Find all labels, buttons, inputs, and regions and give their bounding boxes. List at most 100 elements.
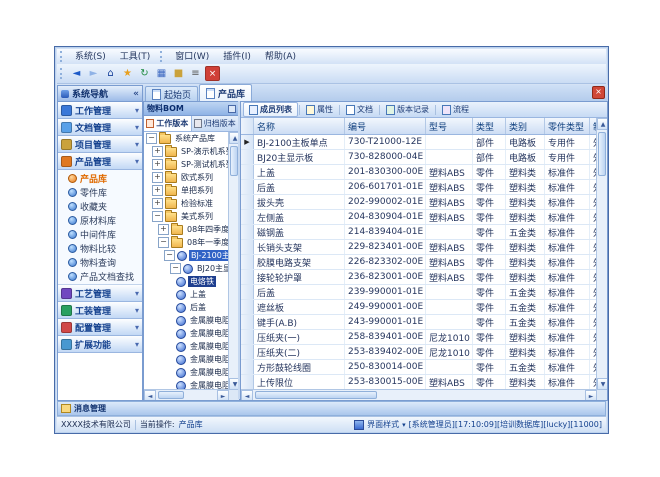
tree-item[interactable]: +SP-演示机系列	[144, 145, 229, 158]
tree-item[interactable]: 上盖	[144, 288, 229, 301]
list-icon[interactable]: ≡	[188, 66, 203, 81]
column-header[interactable]: 零件类型	[545, 118, 590, 134]
table-row[interactable]: BJ20主显示板730-828000-04E部件电路板专用件外协颗	[241, 150, 597, 165]
tree-item[interactable]: +单把系列	[144, 184, 229, 197]
nav-group-config[interactable]: 配置管理▾	[58, 319, 142, 336]
vertical-scrollbar[interactable]: ▲ ▼	[596, 118, 607, 390]
nav-item-product-library[interactable]: 产品库	[58, 171, 142, 185]
nav-item-favorites[interactable]: 收藏夹	[58, 199, 142, 213]
nav-item-raw-material[interactable]: 原材料库	[58, 213, 142, 227]
scroll-down-icon[interactable]: ▼	[597, 378, 607, 390]
collapse-icon[interactable]: «	[133, 89, 139, 99]
tree-item[interactable]: −系统产品库	[144, 132, 229, 145]
tree-item[interactable]: 金属膜电阻器	[144, 314, 229, 327]
table-row[interactable]: 左侧盖204-830904-01E塑料ABS零件塑料类标准件外协条	[241, 210, 597, 225]
tab-start-page[interactable]: 起始页	[145, 86, 198, 101]
tree-item[interactable]: +08年四季度	[144, 223, 229, 236]
menu-system[interactable]: 系统(S)	[68, 50, 113, 64]
scroll-left-icon[interactable]: ◄	[241, 390, 253, 400]
tab-documents[interactable]: 文档	[341, 103, 378, 116]
nav-item-middleware[interactable]: 中间件库	[58, 227, 142, 241]
nav-group-tooling[interactable]: 工装管理▾	[58, 302, 142, 319]
tree-item[interactable]: −BJ20主显示板	[144, 262, 229, 275]
forward-icon[interactable]: ►	[86, 66, 101, 81]
tree-item[interactable]: +欧式系列	[144, 171, 229, 184]
nav-group-process[interactable]: 工艺管理▾	[58, 285, 142, 302]
scrollbar-track[interactable]	[253, 390, 585, 400]
column-header[interactable]: 类别	[506, 118, 545, 134]
tab-properties[interactable]: 属性	[301, 103, 338, 116]
menu-help[interactable]: 帮助(A)	[258, 50, 303, 64]
horizontal-scrollbar[interactable]: ◄ ►	[241, 389, 597, 400]
collapse-icon[interactable]: −	[146, 133, 157, 144]
table-row[interactable]: 遮丝板249-990001-00E零件五金类标准件外协条	[241, 300, 597, 315]
scroll-left-icon[interactable]: ◄	[144, 390, 156, 400]
column-header[interactable]: 名称	[254, 118, 345, 134]
grid-icon[interactable]: ▦	[154, 66, 169, 81]
column-header[interactable]: 型号	[426, 118, 473, 134]
message-bar[interactable]: 消息管理	[57, 401, 606, 416]
tab-archived-version[interactable]: 归档版本	[192, 116, 240, 131]
table-row[interactable]: 方形鼓轮线圈250-830014-00E零件五金类标准件外协条	[241, 360, 597, 375]
lock-icon[interactable]: ■	[171, 66, 186, 81]
expand-icon[interactable]: +	[152, 146, 163, 157]
tree-item[interactable]: 金属膜电阻器	[144, 340, 229, 353]
toolbar-grip[interactable]	[60, 51, 65, 62]
expand-icon[interactable]: +	[158, 224, 169, 235]
exit-icon[interactable]: ×	[205, 66, 220, 81]
nav-item-doc-search[interactable]: 产品文档查找	[58, 269, 142, 283]
favorites-icon[interactable]: ★	[120, 66, 135, 81]
nav-item-material-query[interactable]: 物料查询	[58, 255, 142, 269]
nav-item-material-compare[interactable]: 物料比较	[58, 241, 142, 255]
toolbar-grip[interactable]	[60, 68, 65, 79]
tree-item[interactable]: 后盖	[144, 301, 229, 314]
collapse-icon[interactable]: −	[164, 250, 175, 261]
table-row[interactable]: 长销头支架229-823401-00E塑料ABS零件塑料类标准件外协条	[241, 240, 597, 255]
table-row[interactable]: 后盖239-990001-01E零件五金类标准件外协条	[241, 285, 597, 300]
table-row[interactable]: 上传限位253-830015-00E塑料ABS零件塑料类标准件外协条	[241, 375, 597, 390]
expand-icon[interactable]: +	[152, 159, 163, 170]
back-icon[interactable]: ◄	[69, 66, 84, 81]
scrollbar-thumb[interactable]	[598, 132, 606, 176]
table-row[interactable]: 上盖201-830300-00E塑料ABS零件塑料类标准件外协条	[241, 165, 597, 180]
pin-icon[interactable]	[228, 105, 236, 113]
tab-version-history[interactable]: 版本记录	[381, 103, 434, 116]
scrollbar-thumb[interactable]	[158, 391, 184, 399]
expand-icon[interactable]: +	[152, 185, 163, 196]
tree-item[interactable]: +SP-测试机系列	[144, 158, 229, 171]
table-row[interactable]: 压纸夹(二)253-839402-00E尼龙1010零件塑料类标准件外协条	[241, 345, 597, 360]
expand-icon[interactable]: +	[152, 198, 163, 209]
scrollbar-thumb[interactable]	[255, 391, 377, 399]
column-header[interactable]: 编号	[345, 118, 426, 134]
menu-tools[interactable]: 工具(T)	[113, 50, 158, 64]
menu-window[interactable]: 窗口(W)	[168, 50, 216, 64]
table-row[interactable]: 拔头壳202-990002-01E塑料ABS零件塑料类标准件外协条	[241, 195, 597, 210]
tab-product-library[interactable]: 产品库	[199, 84, 252, 101]
collapse-icon[interactable]: −	[152, 211, 163, 222]
scroll-up-icon[interactable]: ▲	[597, 118, 607, 130]
refresh-icon[interactable]: ↻	[137, 66, 152, 81]
tree-item[interactable]: 金属膜电阻器	[144, 353, 229, 366]
tab-workflow[interactable]: 流程	[437, 103, 474, 116]
table-row[interactable]: 磁钢盖214-839404-01E零件五金类标准件外协条	[241, 225, 597, 240]
column-header[interactable]: 类型	[473, 118, 506, 134]
tree-item[interactable]: +检验标准	[144, 197, 229, 210]
tab-working-version[interactable]: 工作版本	[144, 116, 192, 131]
menu-plugin[interactable]: 插件(I)	[216, 50, 258, 64]
scroll-right-icon[interactable]: ►	[585, 390, 597, 400]
table-row[interactable]: 胶膜电路支架226-823302-00E塑料ABS零件塑料类标准件外协条	[241, 255, 597, 270]
tree-item[interactable]: −美式系列	[144, 210, 229, 223]
table-row[interactable]: 压纸夹(一)258-839401-00E尼龙1010零件塑料类标准件外协条	[241, 330, 597, 345]
nav-group-document[interactable]: 文档管理▾	[58, 119, 142, 136]
nav-group-product[interactable]: 产品管理▾	[58, 153, 142, 170]
tree-item[interactable]: 金属膜电阻器	[144, 327, 229, 340]
collapse-icon[interactable]: −	[170, 263, 181, 274]
scroll-right-icon[interactable]: ►	[217, 390, 229, 400]
nav-item-part-library[interactable]: 零件库	[58, 185, 142, 199]
scrollbar-thumb[interactable]	[230, 146, 238, 176]
nav-group-extension[interactable]: 扩展功能▾	[58, 336, 142, 353]
table-row[interactable]: 后盖206-601701-01E塑料ABS零件塑料类标准件外协条	[241, 180, 597, 195]
tree-item[interactable]: −08年一季度	[144, 236, 229, 249]
table-row[interactable]: 接轮轮护罩236-823001-00E塑料ABS零件塑料类标准件外协条	[241, 270, 597, 285]
scrollbar-track[interactable]	[597, 130, 607, 378]
